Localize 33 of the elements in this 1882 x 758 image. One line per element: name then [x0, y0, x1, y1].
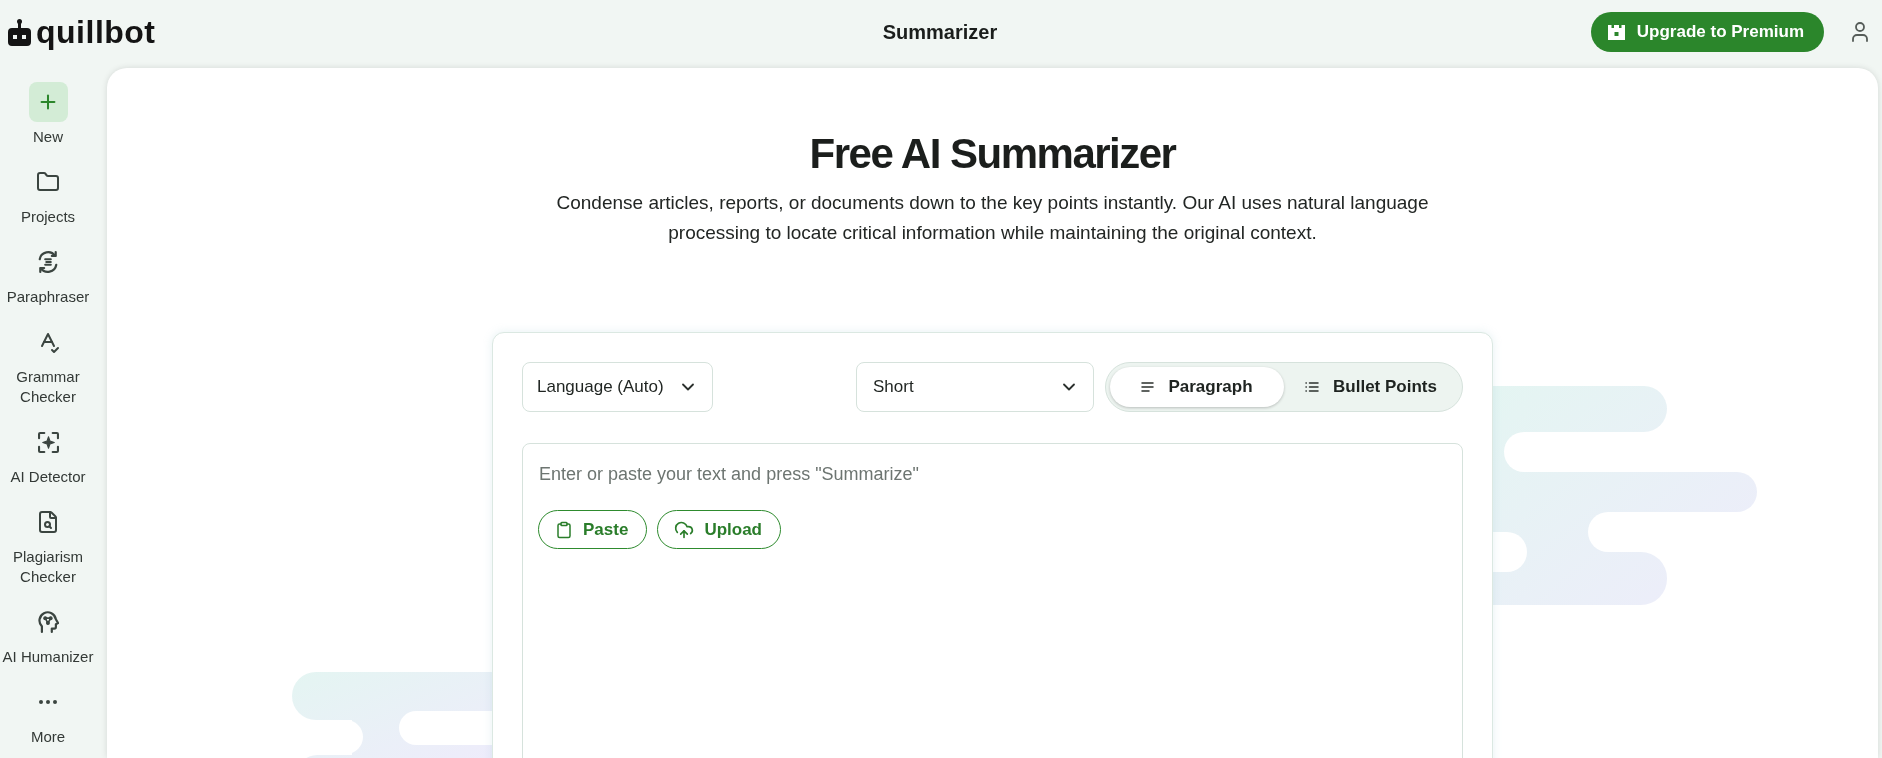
folder-icon — [36, 170, 60, 194]
page-title: Free AI Summarizer — [809, 129, 1176, 179]
sidebar-item[interactable]: New — [0, 82, 96, 147]
sidebar-item[interactable]: Paraphraser — [0, 242, 96, 307]
paragraph-lines-icon — [1141, 382, 1155, 392]
mode-tab[interactable]: Bullet Points — [1284, 367, 1458, 407]
castle-icon — [1607, 24, 1625, 40]
upgrade-button[interactable]: Upgrade to Premium — [1590, 12, 1824, 52]
cloud-upload-icon — [674, 519, 695, 540]
sidebar-item[interactable]: AI Detector — [0, 422, 96, 487]
circular-arrows-icon — [37, 251, 59, 273]
sidebar-item[interactable]: AI Humanizer — [0, 602, 96, 667]
logo-link[interactable]: quillbot — [8, 16, 156, 48]
text-input-field[interactable]: Enter or paste your text and press "Summarize" Paste Upload — [522, 443, 1463, 758]
ellipsis-icon — [39, 700, 57, 704]
clipboard-icon — [555, 520, 573, 539]
bullet-list-icon — [1305, 382, 1320, 392]
mode-tab[interactable]: Paragraph — [1110, 367, 1284, 407]
paste-button[interactable]: Paste — [538, 510, 648, 549]
header-title: Summarizer — [882, 20, 998, 44]
robot-logo-icon — [8, 18, 31, 46]
language-dropdown[interactable]: Language (Auto) — [522, 362, 713, 412]
length-dropdown[interactable]: Short — [856, 362, 1094, 412]
head-network-icon — [37, 611, 59, 633]
sidebar-item[interactable]: More — [0, 682, 96, 747]
scan-sparkle-icon — [37, 431, 59, 453]
file-search-icon — [36, 510, 60, 534]
sidebar-item[interactable]: Plagiarism Checker — [0, 502, 96, 587]
sidebar-item[interactable]: Grammar Checker — [0, 322, 96, 407]
sidebar-item[interactable]: Projects — [0, 162, 96, 227]
upload-button[interactable]: Upload — [657, 510, 781, 549]
page-description: Condense articles, reports, or documents down to the key points instantly. Our AI uses natural language processing to locate critical information while maintaining the original context. — [555, 191, 1430, 245]
plus-icon — [28, 82, 68, 122]
